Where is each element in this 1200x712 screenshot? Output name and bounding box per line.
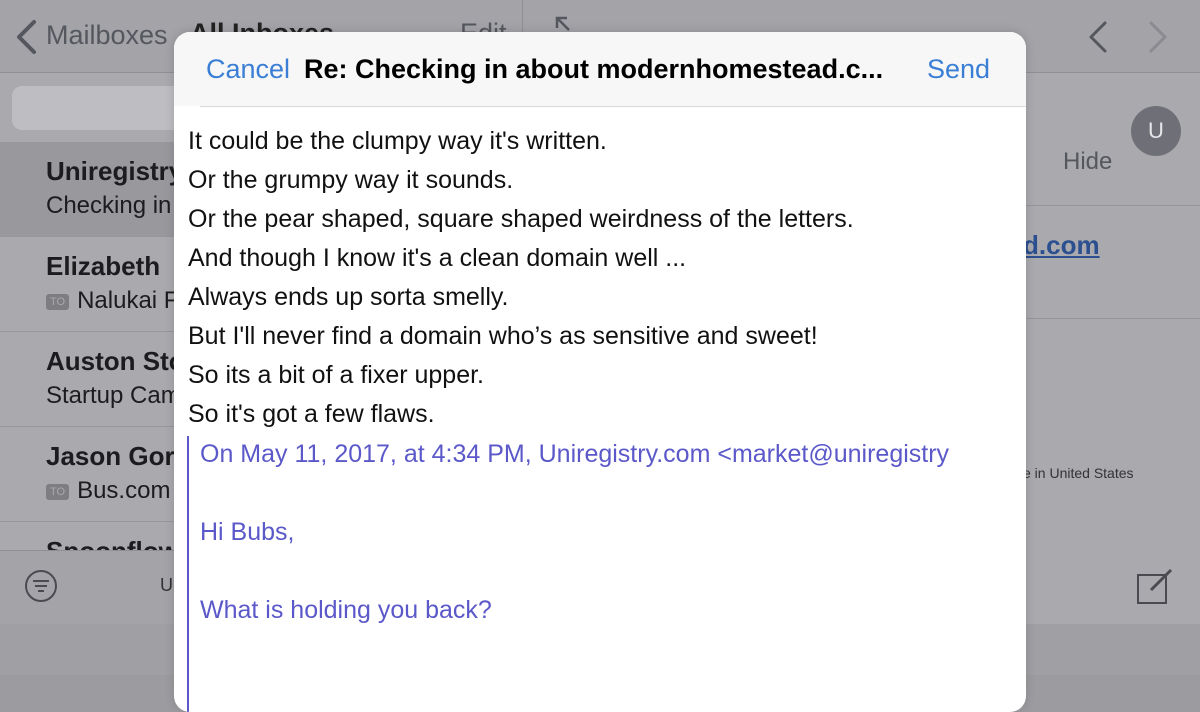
hide-details-link[interactable]: Hide <box>1063 148 1112 176</box>
mail-subject: Startup Camp <box>46 382 195 409</box>
compose-header: Cancel Re: Checking in about modernhomes… <box>174 32 1026 106</box>
previous-message-icon[interactable] <box>1085 18 1111 56</box>
mail-sender: Elizabeth <box>46 251 161 281</box>
send-button[interactable]: Send <box>927 54 990 85</box>
divider <box>200 106 1026 107</box>
to-badge: TO <box>46 483 70 500</box>
quoted-message: On May 11, 2017, at 4:34 PM, Uniregistry… <box>187 436 1026 712</box>
compose-subject-title: Re: Checking in about modernhomestead.c.… <box>304 54 884 84</box>
quote-greeting: Hi Bubs, <box>200 518 295 546</box>
footer-location-text: e in United States <box>1023 465 1134 481</box>
body-line: Always ends up sorta smelly. <box>188 283 509 311</box>
body-line: Or the grumpy way it sounds. <box>188 166 514 194</box>
body-line: And though I know it's a clean domain we… <box>188 244 687 272</box>
body-line: It could be the clumpy way it's written. <box>188 127 607 155</box>
next-message-icon[interactable] <box>1145 18 1171 56</box>
quote-question: What is holding you back? <box>200 596 492 624</box>
toolbar-status-text: U <box>160 575 173 595</box>
body-line: Or the pear shaped, square shaped weirdn… <box>188 205 854 233</box>
cancel-button[interactable]: Cancel <box>206 54 290 85</box>
compose-body-editor[interactable]: It could be the clumpy way it's written.… <box>188 122 1018 434</box>
domain-link[interactable]: d.com <box>1023 230 1100 261</box>
divider <box>1023 205 1200 206</box>
divider <box>1023 318 1200 319</box>
mail-subject: TO Bus.com <box>46 477 170 505</box>
mail-subject-text: Bus.com <box>77 477 171 504</box>
compose-icon[interactable] <box>1135 566 1175 606</box>
chevron-left-icon[interactable] <box>12 18 42 56</box>
compose-reply-sheet: Cancel Re: Checking in about modernhomes… <box>174 32 1026 712</box>
filter-icon[interactable] <box>24 569 58 603</box>
body-line: So its a bit of a fixer upper. <box>188 361 484 389</box>
back-to-mailboxes-link[interactable]: Mailboxes <box>46 20 168 51</box>
to-badge: TO <box>46 293 70 310</box>
sender-avatar: U <box>1131 106 1181 156</box>
quote-attribution: On May 11, 2017, at 4:34 PM, Uniregistry… <box>200 440 950 468</box>
body-line: So it's got a few flaws. <box>188 400 435 428</box>
body-line: But I'll never find a domain who’s as se… <box>188 322 818 350</box>
